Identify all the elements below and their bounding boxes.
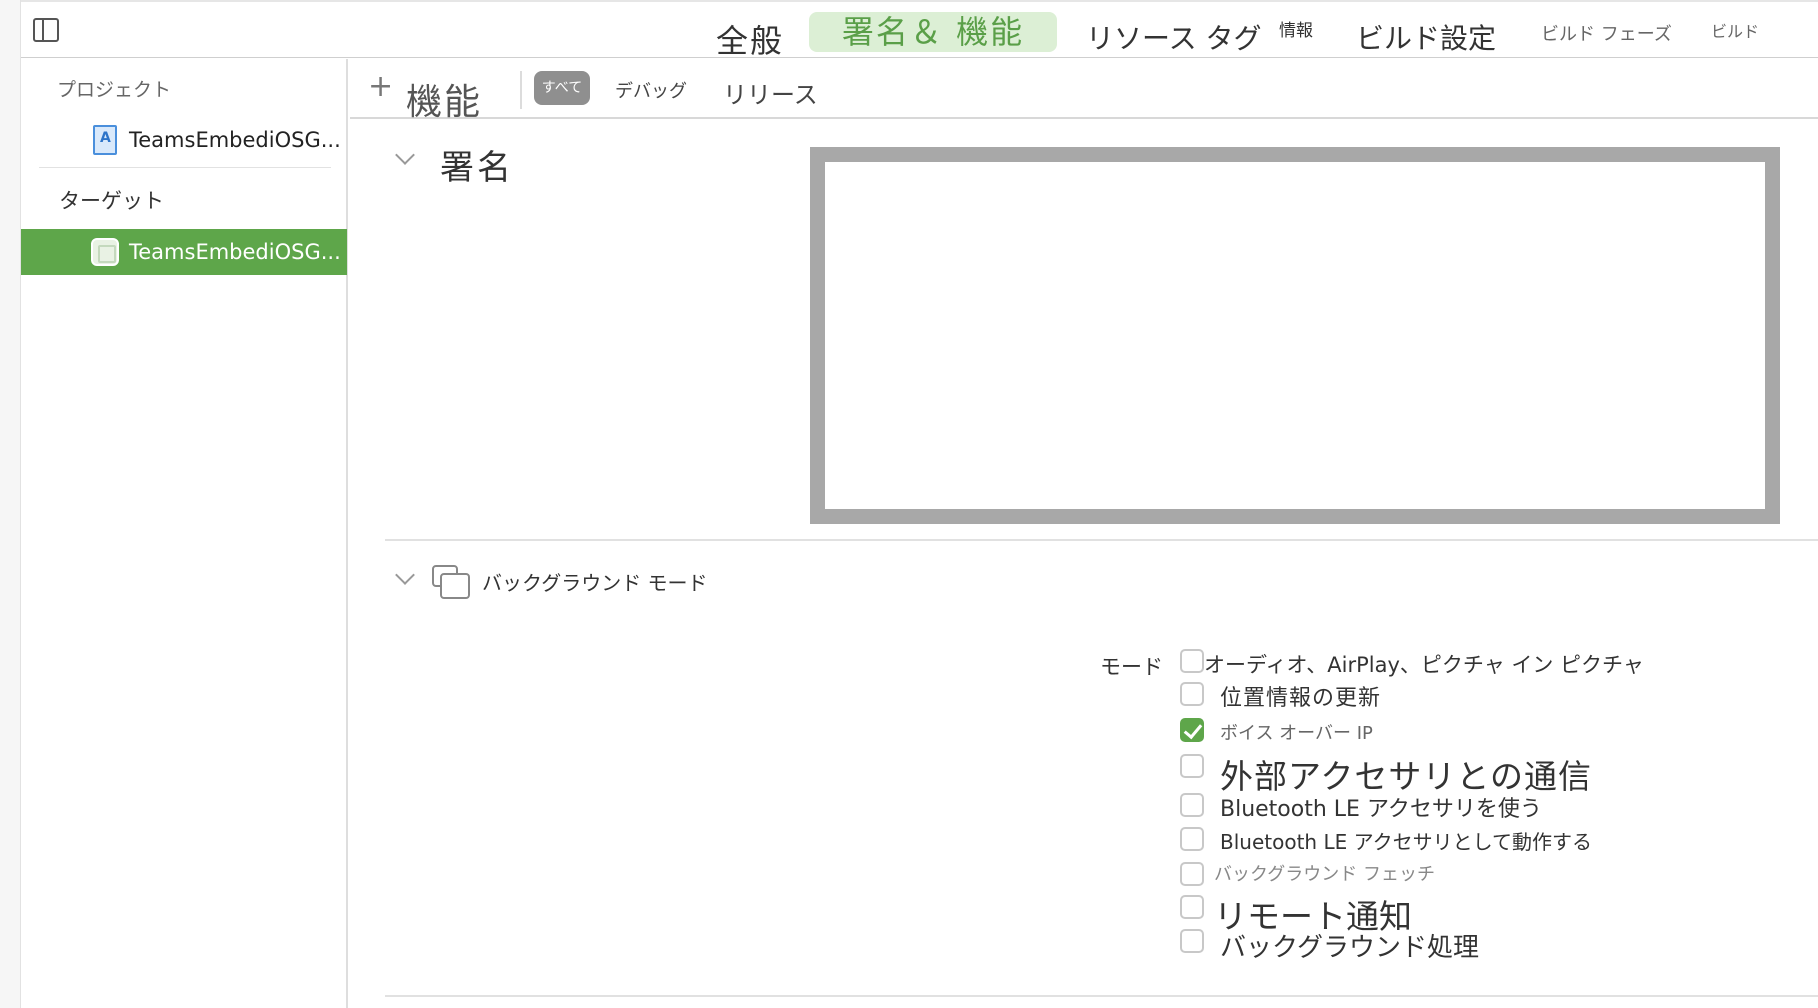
mode-label-bluetooth-central: Bluetooth LE アクセサリを使う: [1220, 797, 1542, 822]
mode-checkbox-voip[interactable]: [1180, 718, 1204, 742]
mode-checkbox-external-accessory[interactable]: [1180, 754, 1204, 778]
modes-label: モード: [1100, 651, 1163, 681]
project-navigator-sidebar: プロジェクト TeamsEmbediOSG... ターゲット TeamsEmbe…: [21, 59, 348, 1008]
background-modes-icon: [432, 565, 470, 599]
mode-checkbox-bluetooth-central[interactable]: [1180, 793, 1204, 817]
mode-checkbox-audio[interactable]: [1180, 649, 1204, 673]
mode-label-bluetooth-peripheral: Bluetooth LE アクセサリとして動作する: [1220, 830, 1592, 854]
capability-filter-bar: + 機能 すべて デバッグ リリース: [350, 59, 1818, 123]
mode-label-background-fetch: バックグラウンド フェッチ: [1214, 864, 1436, 885]
section-divider: [385, 539, 1818, 541]
filter-release-button[interactable]: リリース: [723, 75, 818, 110]
mode-label-location: 位置情報の更新: [1220, 686, 1382, 711]
tab-signing-capabilities[interactable]: 署名＆ 機能: [809, 12, 1057, 52]
mode-label-voip: ボイス オーバー IP: [1220, 723, 1373, 744]
sidebar-divider: [39, 167, 331, 168]
sidebar-item-project-label: TeamsEmbediOSG...: [129, 128, 341, 152]
sidebar-section-project: プロジェクト: [57, 79, 172, 101]
tab-general[interactable]: 全般: [716, 16, 784, 62]
filter-all-button[interactable]: すべて: [534, 71, 590, 105]
signing-collapse-chevron-icon[interactable]: [395, 145, 415, 165]
sidebar-item-target[interactable]: TeamsEmbediOSG...: [21, 229, 347, 275]
mode-label-audio: オーディオ、AirPlay、ピクチャ イン ピクチャ: [1204, 653, 1644, 677]
modes-label-text: モード: [1100, 655, 1163, 679]
signing-content-box: [810, 147, 1780, 524]
app-target-icon: [91, 238, 119, 266]
sidebar-section-targets: ターゲット: [59, 189, 164, 213]
mode-checkbox-bluetooth-peripheral[interactable]: [1180, 827, 1204, 851]
capability-label: 機能: [406, 82, 483, 123]
mode-label-background-processing: バックグラウンド処理: [1220, 933, 1479, 963]
background-modes-title: バックグラウンド モード: [482, 571, 708, 595]
sidebar-item-project[interactable]: TeamsEmbediOSG...: [21, 117, 347, 163]
tab-info[interactable]: 情報: [1279, 16, 1313, 41]
window-left-gutter: [0, 0, 21, 1008]
mode-checkbox-background-processing[interactable]: [1180, 929, 1204, 953]
mode-checkbox-remote-notifications[interactable]: [1180, 895, 1204, 919]
sidebar-item-target-label: TeamsEmbediOSG...: [129, 240, 341, 264]
project-file-icon: [93, 125, 117, 155]
add-capability-button[interactable]: +: [368, 69, 393, 104]
editor-tab-bar: 全般 署名＆ 機能 リソース タグ 情報 ビルド設定 ビルド フェーズ ビルド: [21, 0, 1818, 60]
signing-section-title: 署名: [440, 148, 514, 188]
tab-build-settings[interactable]: ビルド設定: [1356, 17, 1496, 57]
tab-build-rules[interactable]: ビルド: [1711, 18, 1759, 42]
filter-debug-button[interactable]: デバッグ: [615, 77, 687, 103]
sidebar-toggle-icon[interactable]: [33, 18, 59, 42]
mode-checkbox-location[interactable]: [1180, 682, 1204, 706]
background-modes-collapse-chevron-icon[interactable]: [395, 565, 415, 585]
filter-divider: [520, 71, 522, 109]
tab-resource-tags[interactable]: リソース タグ: [1086, 17, 1262, 57]
tab-build-phases[interactable]: ビルド フェーズ: [1541, 20, 1672, 46]
section-divider-bottom: [385, 995, 1818, 997]
mode-checkbox-background-fetch[interactable]: [1180, 862, 1204, 886]
